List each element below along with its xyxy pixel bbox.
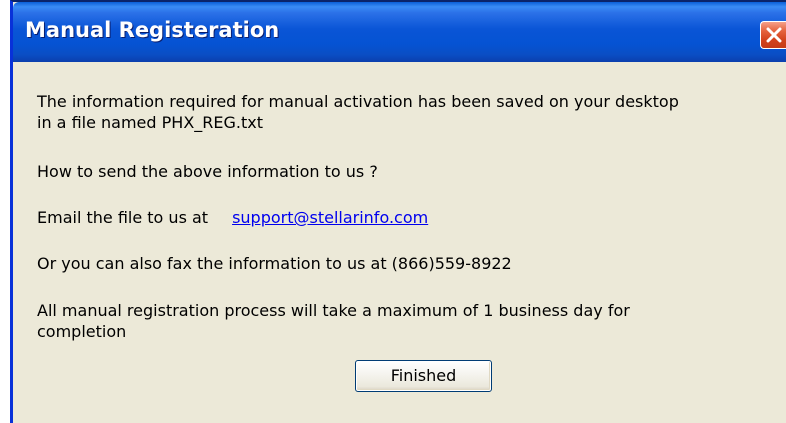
fax-line: Or you can also fax the information to u… <box>37 254 512 273</box>
send-question: How to send the above information to us … <box>37 162 378 181</box>
info-line-1: The information required for manual acti… <box>37 92 679 111</box>
close-button[interactable] <box>760 21 786 49</box>
email-prefix: Email the file to us at <box>37 208 209 227</box>
manual-registration-dialog: Manual Registeration The information req… <box>10 0 786 423</box>
duration-line-2: completion <box>37 322 127 341</box>
window-title: Manual Registeration <box>25 18 280 42</box>
info-line-2: in a file named PHX_REG.txt <box>37 113 263 132</box>
finished-button[interactable]: Finished <box>355 360 492 392</box>
close-icon <box>766 27 782 43</box>
duration-line-1: All manual registration process will tak… <box>37 301 630 320</box>
title-bar[interactable]: Manual Registeration <box>13 2 786 62</box>
email-line: Email the file to us at support@stellarin… <box>37 207 428 229</box>
support-email-link[interactable]: support@stellarinfo.com <box>232 208 428 227</box>
